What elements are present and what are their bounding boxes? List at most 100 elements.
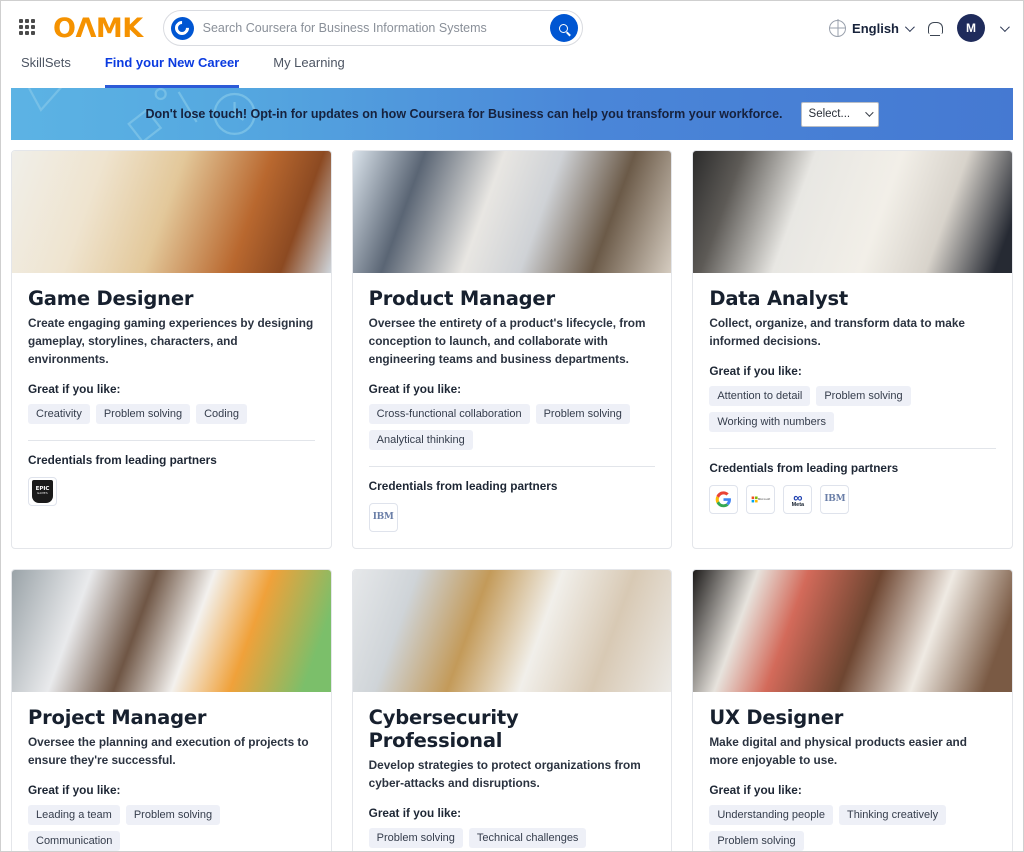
- skill-chip[interactable]: Problem solving: [709, 830, 804, 851]
- search-input[interactable]: [202, 21, 550, 35]
- partner-logo[interactable]: EPIC GAMES: [28, 476, 57, 506]
- card-title: Game Designer: [28, 287, 194, 310]
- partner-logo[interactable]: IBM: [368, 502, 398, 532]
- skill-chip[interactable]: Understanding people: [709, 804, 833, 825]
- team-collaborating-at-table-photo: [352, 151, 672, 273]
- brand-logo[interactable]: OΛMK: [53, 15, 143, 42]
- skill-chip-list: Problem solvingTechnical challengesAtten…: [368, 827, 656, 851]
- skill-chip[interactable]: Leading a team: [28, 804, 120, 825]
- career-card[interactable]: Game Designer Create engaging gaming expe…: [11, 150, 332, 549]
- ibm-logo: IBM: [824, 494, 846, 505]
- career-card[interactable]: Product Manager Oversee the entirety of a…: [351, 150, 673, 549]
- great-if-you-like-label: Great if you like:: [709, 363, 802, 378]
- skill-chip[interactable]: Thinking creatively: [838, 804, 947, 825]
- career-card[interactable]: UX Designer Make digital and physical pro…: [692, 568, 1013, 851]
- tab-skillsets[interactable]: SkillSets: [21, 55, 71, 88]
- banner-select[interactable]: Select...: [800, 101, 879, 127]
- two-people-at-computers-office-photo: [352, 569, 672, 692]
- two-women-working-at-desk-photo: [693, 569, 1012, 692]
- skill-chip[interactable]: Technical challenges: [468, 827, 587, 848]
- card-body: Project Manager Oversee the planning and …: [12, 692, 331, 851]
- avatar-chevron-down-icon[interactable]: [999, 21, 1010, 32]
- credentials-label: Credentials from leading partners: [709, 460, 899, 475]
- skill-chip[interactable]: Problem solving: [125, 804, 221, 825]
- partner-logo[interactable]: Microsoft: [746, 484, 776, 514]
- career-card[interactable]: Data Analyst Collect, organize, and trans…: [692, 150, 1013, 549]
- credentials-label: Credentials from leading partners: [368, 478, 558, 493]
- card-title: Product Manager: [368, 287, 555, 310]
- partner-logo[interactable]: [709, 484, 739, 514]
- skill-chip[interactable]: Problem solving: [95, 403, 191, 424]
- skill-chip[interactable]: Creativity: [28, 403, 90, 424]
- microsoft-logo: Microsoft: [751, 496, 770, 503]
- card-body: Game Designer Create engaging gaming expe…: [12, 273, 331, 548]
- card-image: [693, 569, 1012, 692]
- partner-logo[interactable]: IBM: [820, 484, 850, 514]
- great-if-you-like-label: Great if you like:: [709, 782, 802, 797]
- man-with-sticky-notes-board-photo: [12, 569, 331, 692]
- skill-chip[interactable]: Problem solving: [535, 403, 630, 424]
- partner-logo[interactable]: ∞ Meta: [783, 484, 813, 514]
- card-description: Develop strategies to protect organizati…: [368, 757, 641, 790]
- ibm-logo: IBM: [372, 512, 394, 523]
- globe-icon: [829, 19, 847, 37]
- card-title: Cybersecurity Professional: [368, 705, 519, 752]
- tab-my-learning[interactable]: My Learning: [273, 55, 345, 88]
- partner-logo-list: EPIC GAMES: [28, 476, 315, 506]
- card-description: Collect, organize, and transform data to…: [709, 316, 965, 348]
- search-button[interactable]: [549, 14, 578, 42]
- card-body: Product Manager Oversee the entirety of a…: [353, 273, 672, 548]
- bell-icon[interactable]: [927, 21, 943, 36]
- avatar[interactable]: M: [957, 14, 985, 42]
- skill-chip[interactable]: Problem solving: [368, 827, 463, 848]
- language-selector[interactable]: English: [829, 19, 915, 37]
- card-title: UX Designer: [709, 705, 844, 729]
- card-image: [12, 569, 331, 692]
- banner-select-value: Select...: [808, 108, 851, 120]
- great-if-you-like-label: Great if you like:: [368, 805, 462, 820]
- optin-banner: Don't lose touch! Opt-in for updates on …: [11, 88, 1013, 140]
- coursera-c-icon: [170, 16, 194, 40]
- skill-chip[interactable]: Coding: [196, 403, 247, 424]
- google-logo: [715, 491, 732, 508]
- card-divider: [28, 439, 315, 441]
- career-card[interactable]: Project Manager Oversee the planning and …: [11, 568, 332, 851]
- card-body: Cybersecurity Professional Develop strate…: [353, 692, 672, 851]
- search-bar[interactable]: [162, 10, 583, 46]
- great-if-you-like-label: Great if you like:: [28, 381, 121, 396]
- partner-logo-list: IBM: [368, 502, 656, 532]
- card-image: [352, 151, 672, 273]
- skill-chip[interactable]: Communication: [28, 830, 121, 851]
- great-if-you-like-label: Great if you like:: [368, 381, 462, 396]
- partner-logo-list: Microsoft ∞ Meta IBM: [709, 484, 996, 514]
- card-image: [693, 151, 1012, 273]
- career-card[interactable]: Cybersecurity Professional Develop strate…: [351, 568, 673, 851]
- banner-message: Don't lose touch! Opt-in for updates on …: [145, 107, 783, 121]
- man-at-desk-with-laptop-photo: [12, 151, 331, 273]
- language-label: English: [852, 20, 899, 36]
- skill-chip-list: Understanding people Thinking creatively P…: [709, 804, 996, 851]
- skill-chip[interactable]: Analytical thinking: [368, 429, 473, 450]
- card-body: UX Designer Make digital and physical pro…: [693, 692, 1012, 851]
- tab-find-your-new-career[interactable]: Find your New Career: [104, 55, 240, 88]
- card-description: Create engaging gaming experiences by de…: [28, 316, 314, 366]
- nav-tabs: SkillSets Find your New Career My Learning: [1, 55, 1023, 88]
- meta-logo: ∞ Meta: [791, 489, 805, 508]
- great-if-you-like-label: Great if you like:: [28, 782, 121, 797]
- woman-presenting-charts-photo: [693, 151, 1012, 273]
- skill-chip[interactable]: Problem solving: [816, 385, 911, 406]
- skill-chip-list: Cross-functional collaboration Problem so…: [368, 403, 656, 450]
- card-title: Project Manager: [28, 705, 207, 729]
- skill-chip[interactable]: Cross-functional collaboration: [368, 403, 530, 424]
- grid-apps-icon[interactable]: [19, 19, 37, 37]
- card-title: Data Analyst: [709, 287, 848, 310]
- card-description: Oversee the planning and execution of pr…: [28, 734, 309, 767]
- skill-chip[interactable]: Attention to detail: [709, 385, 811, 406]
- skill-chip-list: Creativity Problem solving Coding: [28, 403, 315, 424]
- credentials-label: Credentials from leading partners: [28, 452, 217, 467]
- career-card-grid: Game Designer Create engaging gaming expe…: [1, 140, 1023, 851]
- epic-games-logo: EPIC GAMES: [32, 479, 53, 503]
- browser-viewport: OΛMK English M SkillSets Find your New Ca…: [0, 0, 1024, 852]
- chevron-down-icon: [904, 21, 915, 32]
- skill-chip[interactable]: Working with numbers: [709, 411, 834, 432]
